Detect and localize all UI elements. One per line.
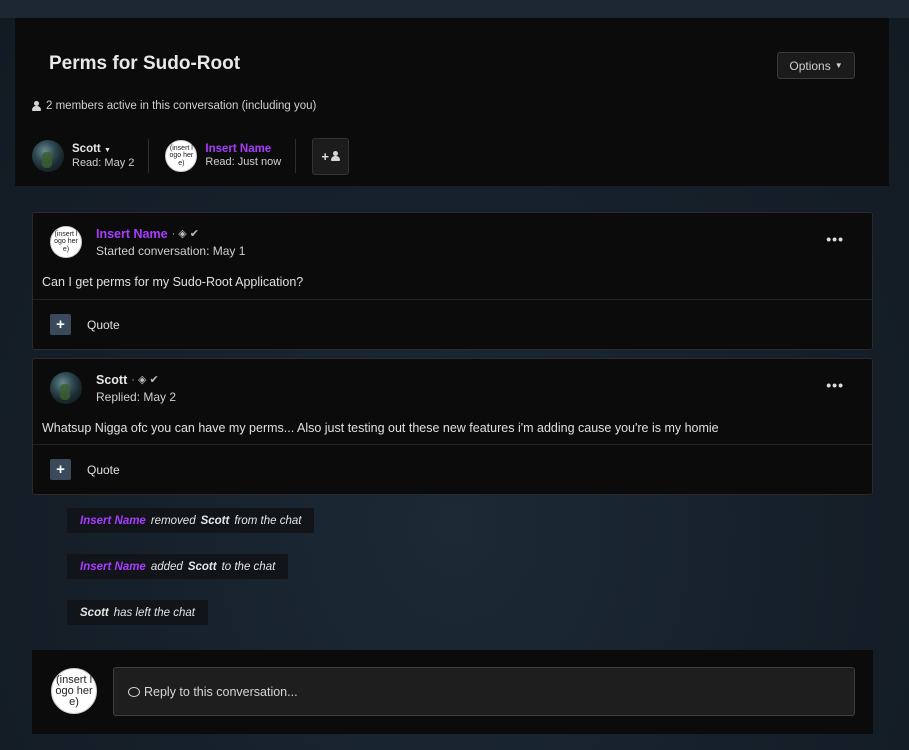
reply-avatar-wrap: (insert logo here) xyxy=(51,668,97,714)
avatar[interactable] xyxy=(50,372,82,404)
event-actor[interactable]: Scott xyxy=(80,607,109,619)
post-header: (insert logo here) Insert Name · ◈ ✔ Sta… xyxy=(50,226,245,258)
active-members-text: 2 members active in this conversation (i… xyxy=(46,100,317,112)
event-suffix: from the chat xyxy=(234,514,302,527)
post-meta: Replied: May 2 xyxy=(96,389,177,404)
active-members-line: 2 members active in this conversation (i… xyxy=(32,100,316,112)
top-bar xyxy=(0,0,909,18)
user-icon xyxy=(32,101,41,111)
message-post: (insert logo here) Insert Name · ◈ ✔ Sta… xyxy=(32,212,873,350)
participant-name[interactable]: Insert Name xyxy=(205,143,281,156)
participants-list: Scott ▼ Read: May 2 (insert logo here) I… xyxy=(32,136,350,176)
post-body: Can I get perms for my Sudo-Root Applica… xyxy=(42,275,304,289)
event-action: added xyxy=(150,560,183,573)
event-actor[interactable]: Insert Name xyxy=(80,561,146,573)
caret-down-icon: ▼ xyxy=(834,61,843,70)
author-name[interactable]: Scott xyxy=(96,373,127,387)
message-post: Scott · ◈ ✔ Replied: May 2 ••• Whatsup N… xyxy=(32,358,873,495)
page-title: Perms for Sudo-Root xyxy=(49,53,241,74)
participant-read-status: Read: Just now xyxy=(205,156,282,168)
avatar[interactable]: (insert logo here) xyxy=(50,226,82,258)
event-actor[interactable]: Insert Name xyxy=(80,515,146,527)
reply-area: (insert logo here) Reply to this convers… xyxy=(32,650,873,734)
badge-icons: · ◈ ✔ xyxy=(171,228,200,240)
avatar: (insert logo here) xyxy=(51,668,97,714)
event-suffix: to the chat xyxy=(221,560,276,573)
event-action: removed xyxy=(150,514,196,527)
reply-placeholder: Reply to this conversation... xyxy=(144,684,298,699)
options-button[interactable]: Options ▼ xyxy=(777,52,855,79)
post-meta: Started conversation: May 1 xyxy=(96,243,246,258)
event-action: has left the chat xyxy=(113,606,195,619)
quote-button[interactable]: Quote xyxy=(87,318,120,332)
more-options-icon[interactable]: ••• xyxy=(826,377,844,393)
more-options-icon[interactable]: ••• xyxy=(826,231,844,247)
system-event: Insert Name added Scott to the chat xyxy=(67,554,289,579)
options-label: Options xyxy=(789,58,831,73)
system-event: Scott has left the chat xyxy=(67,600,208,625)
participant-scott[interactable]: Scott ▼ Read: May 2 xyxy=(32,136,134,176)
badge-icons: · ◈ ✔ xyxy=(131,374,159,386)
plus-icon: + xyxy=(321,148,329,164)
quote-button[interactable]: Quote xyxy=(87,463,120,477)
divider xyxy=(295,139,297,173)
participant-name[interactable]: Scott ▼ xyxy=(72,143,134,157)
speech-bubble-icon xyxy=(128,686,140,697)
avatar[interactable] xyxy=(32,140,64,172)
multiquote-plus-button[interactable]: + xyxy=(50,314,71,335)
post-footer: + Quote xyxy=(33,444,872,494)
post-body: Whatsup Nigga ofc you can have my perms.… xyxy=(42,421,719,435)
add-participant-button[interactable]: + xyxy=(312,137,350,175)
post-footer: + Quote xyxy=(33,299,872,349)
participant-read-status: Read: May 2 xyxy=(72,156,135,169)
event-target[interactable]: Scott xyxy=(201,515,230,527)
post-author: Insert Name · ◈ ✔ xyxy=(96,227,245,241)
author-name[interactable]: Insert Name xyxy=(96,227,168,241)
participant-insert-name[interactable]: (insert logo here) Insert Name Read: Jus… xyxy=(165,136,281,176)
multiquote-plus-button[interactable]: + xyxy=(50,459,71,480)
caret-down-icon: ▼ xyxy=(103,146,111,154)
conversation-header: Perms for Sudo-Root Options ▼ 2 members … xyxy=(15,18,889,186)
divider xyxy=(148,139,150,173)
post-header: Scott · ◈ ✔ Replied: May 2 xyxy=(50,372,176,404)
system-event: Insert Name removed Scott from the chat xyxy=(67,508,315,533)
post-author: Scott · ◈ ✔ xyxy=(96,373,176,387)
event-target[interactable]: Scott xyxy=(188,561,217,573)
avatar[interactable]: (insert logo here) xyxy=(165,140,198,172)
user-icon xyxy=(331,151,340,161)
reply-input[interactable]: Reply to this conversation... xyxy=(113,667,855,716)
